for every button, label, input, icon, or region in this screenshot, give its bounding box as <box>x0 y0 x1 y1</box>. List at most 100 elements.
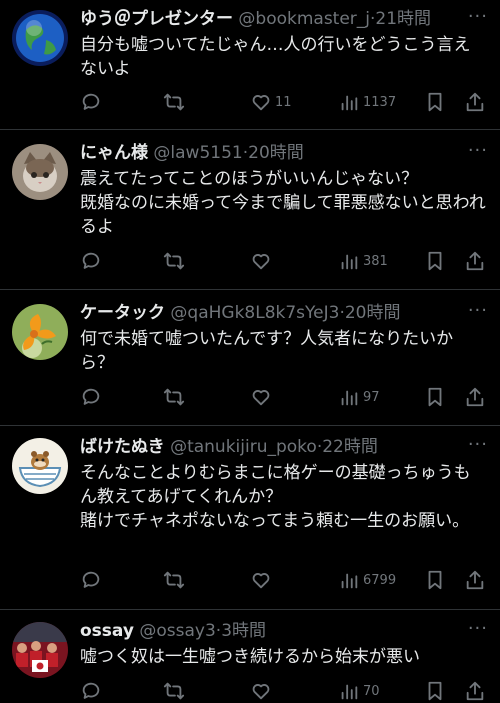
views-button[interactable]: 1137 <box>338 90 396 114</box>
author-name[interactable]: にゃん様 <box>80 143 148 163</box>
repost-icon <box>163 93 185 111</box>
like-button[interactable] <box>250 568 275 592</box>
action-bar: 70 <box>80 679 488 703</box>
timestamp[interactable]: 20時間 <box>345 303 401 323</box>
bookmark-icon <box>428 387 442 407</box>
like-count: 11 <box>275 94 292 110</box>
views-chart-icon <box>341 390 358 406</box>
timestamp[interactable]: 20時間 <box>248 143 304 163</box>
author-handle[interactable]: @bookmaster_j <box>238 9 370 29</box>
repost-icon <box>163 571 185 589</box>
reply-icon <box>82 93 100 110</box>
reply-button[interactable] <box>80 90 102 114</box>
author-name[interactable]: ゆう＠プレゼンター <box>80 9 233 29</box>
reply-button[interactable] <box>80 249 102 273</box>
reply-item[interactable]: ケータック @qaHGk8L8k7sYeJ3·20時間 ··· 何で未婚て嘘つい… <box>0 290 500 426</box>
views-button[interactable]: 6799 <box>338 568 396 592</box>
reply-text: 何で未婚て嘘ついたんです？人気者になりたいから？ <box>80 329 454 373</box>
author-name[interactable]: ばけたぬき <box>80 437 165 457</box>
bookmark-icon <box>428 251 442 271</box>
action-bar: 11 1137 <box>80 90 488 114</box>
crowd-flag-avatar-icon[interactable] <box>12 622 68 678</box>
bookmark-button[interactable] <box>424 568 446 592</box>
bookmark-icon <box>428 570 442 590</box>
reply-text: そんなことよりむらまこに格ゲーの基礎っちゅうもん教えてあげてくれんか？ 賭けでチ… <box>80 463 471 531</box>
earth-avatar-icon[interactable] <box>12 10 68 66</box>
bookmark-button[interactable] <box>424 90 446 114</box>
timestamp[interactable]: 3時間 <box>221 621 266 641</box>
reply-text: 嘘つく奴は一生嘘つき続けるから始末が悪い <box>80 647 420 667</box>
more-options-icon[interactable]: ··· <box>468 142 488 160</box>
views-count: 381 <box>363 253 388 269</box>
bookmark-button[interactable] <box>424 679 446 703</box>
flower-avatar-icon[interactable] <box>12 304 68 360</box>
share-button[interactable] <box>464 568 486 592</box>
tanuki-bowl-avatar-icon[interactable] <box>12 438 68 494</box>
heart-icon <box>252 390 270 406</box>
more-options-icon[interactable]: ··· <box>468 436 488 454</box>
share-icon <box>466 92 484 112</box>
views-button[interactable]: 70 <box>338 679 380 703</box>
timestamp[interactable]: 21時間 <box>375 9 431 29</box>
share-button[interactable] <box>464 679 486 703</box>
author-name[interactable]: ossay <box>80 621 134 641</box>
reply-icon <box>82 571 100 588</box>
bookmark-button[interactable] <box>424 249 446 273</box>
more-options-icon[interactable]: ··· <box>468 8 488 26</box>
heart-icon <box>252 573 270 589</box>
author-name[interactable]: ケータック <box>80 303 165 323</box>
views-count: 6799 <box>363 572 397 588</box>
reply-button[interactable] <box>80 679 102 703</box>
views-button[interactable]: 97 <box>338 385 380 409</box>
share-icon <box>466 251 484 271</box>
bookmark-icon <box>428 92 442 112</box>
reply-icon <box>82 388 100 405</box>
heart-icon <box>252 254 270 270</box>
share-button[interactable] <box>464 385 486 409</box>
reply-text: 自分も嘘ついてたじゃん…人の行いをどうこう言えないよ <box>80 35 471 79</box>
views-count: 1137 <box>363 94 397 110</box>
heart-icon <box>252 95 270 111</box>
reply-icon <box>82 252 100 269</box>
repost-button[interactable] <box>163 249 185 273</box>
repost-button[interactable] <box>163 568 185 592</box>
repost-icon <box>163 252 185 270</box>
author-handle[interactable]: @tanukijiru_poko <box>170 437 317 457</box>
action-bar: 381 <box>80 249 488 273</box>
share-icon <box>466 387 484 407</box>
like-button[interactable]: 11 <box>250 90 292 114</box>
reply-text: 震えてたってことのほうがいいんじゃない？ 既婚なのに未婚って今まで騙して罪悪感な… <box>80 169 486 237</box>
cat-avatar-icon[interactable] <box>12 144 68 200</box>
reply-item[interactable]: ossay @ossay3·3時間 ··· 嘘つく奴は一生嘘つき続けるから始末が… <box>0 610 500 701</box>
views-chart-icon <box>341 254 358 270</box>
views-chart-icon <box>341 95 358 111</box>
views-button[interactable]: 381 <box>338 249 388 273</box>
like-button[interactable] <box>250 679 275 703</box>
share-button[interactable] <box>464 90 486 114</box>
reply-item[interactable]: ゆう＠プレゼンター @bookmaster_j·21時間 ··· 自分も嘘ついて… <box>0 0 500 130</box>
reply-item[interactable]: ばけたぬき @tanukijiru_poko·22時間 ··· そんなことよりむ… <box>0 426 500 610</box>
repost-button[interactable] <box>163 90 185 114</box>
reply-button[interactable] <box>80 568 102 592</box>
repost-button[interactable] <box>163 385 185 409</box>
repost-icon <box>163 388 185 406</box>
bookmark-button[interactable] <box>424 385 446 409</box>
share-icon <box>466 570 484 590</box>
action-bar: 6799 <box>80 568 488 592</box>
reply-item[interactable]: にゃん様 @law5151·20時間 ··· 震えてたってことのほうがいいんじゃ… <box>0 130 500 290</box>
author-handle[interactable]: @ossay3 <box>139 621 215 641</box>
more-options-icon[interactable]: ··· <box>468 620 488 638</box>
like-button[interactable] <box>250 249 275 273</box>
author-handle[interactable]: @law5151 <box>153 143 242 163</box>
views-count: 97 <box>363 389 380 405</box>
share-button[interactable] <box>464 249 486 273</box>
views-count: 70 <box>363 683 380 699</box>
more-options-icon[interactable]: ··· <box>468 302 488 320</box>
views-chart-icon <box>341 573 358 589</box>
timestamp[interactable]: 22時間 <box>322 437 378 457</box>
repost-button[interactable] <box>163 679 185 703</box>
like-button[interactable] <box>250 385 275 409</box>
reply-button[interactable] <box>80 385 102 409</box>
action-bar: 97 <box>80 385 488 409</box>
author-handle[interactable]: @qaHGk8L8k7sYeJ3 <box>170 303 339 323</box>
